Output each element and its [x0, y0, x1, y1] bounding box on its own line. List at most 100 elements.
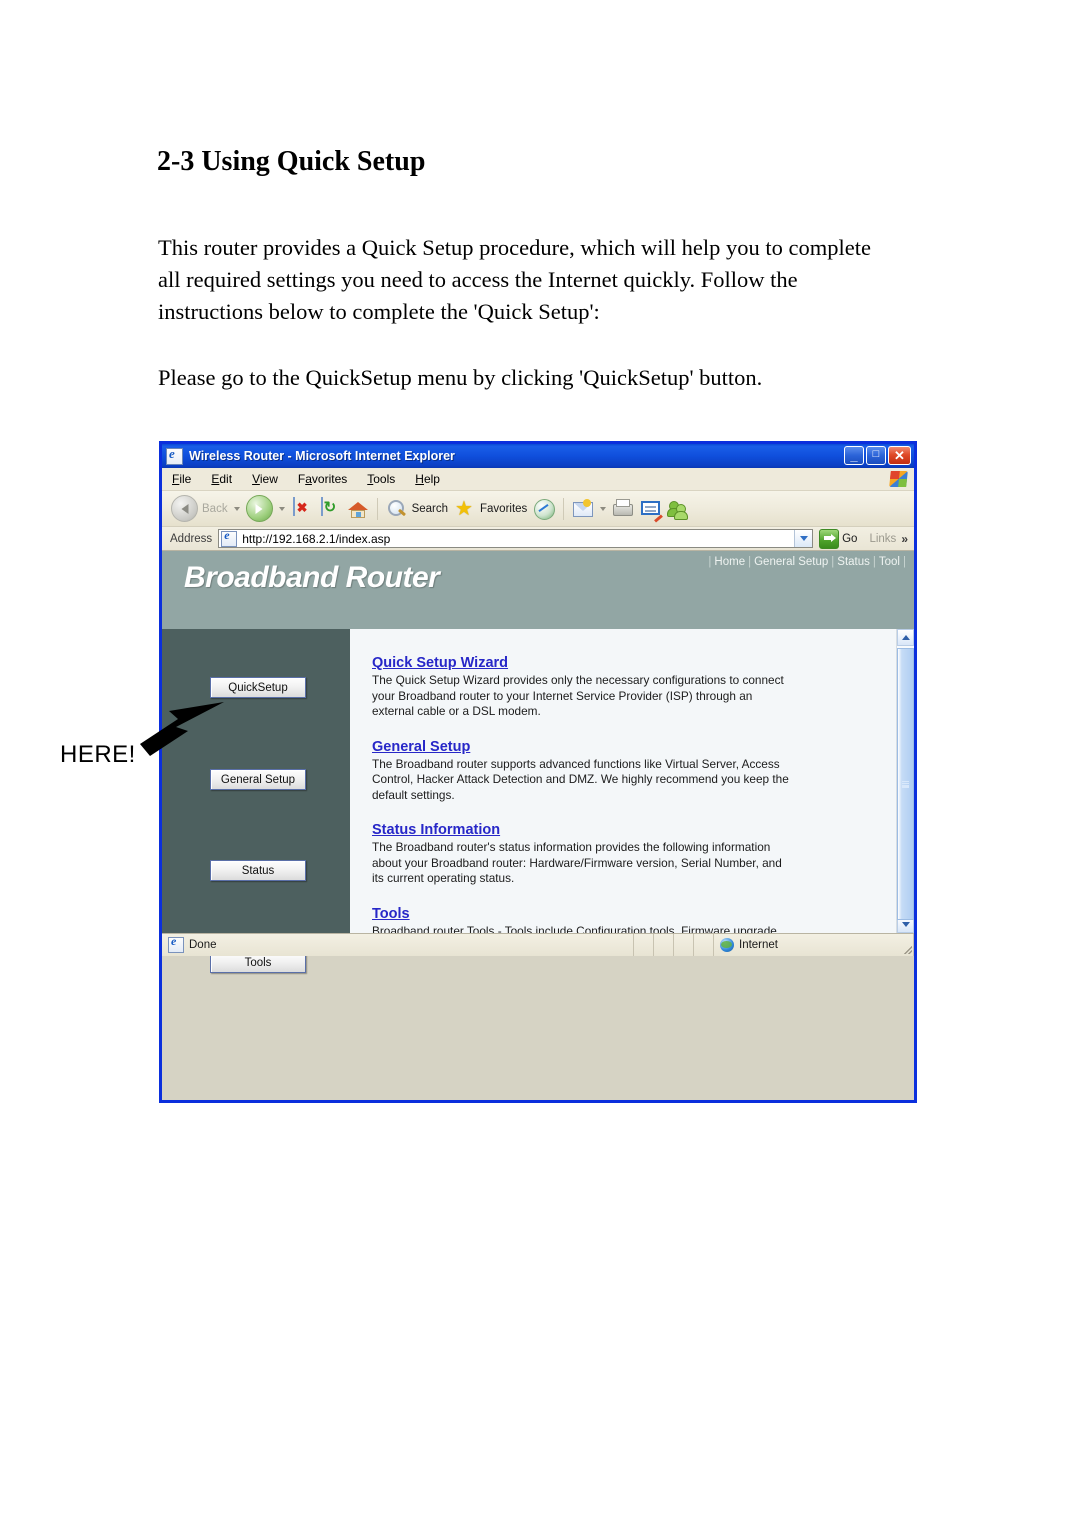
menu-favorites[interactable]: Favorites — [298, 472, 347, 486]
mail-icon — [572, 498, 594, 520]
page-status-icon — [168, 934, 184, 953]
section-heading-link[interactable]: Quick Setup Wizard — [372, 655, 896, 671]
section-status-information: Status Information The Broadband router'… — [372, 822, 896, 887]
here-annotation-label: HERE! — [60, 741, 136, 768]
go-label: Go — [842, 532, 858, 545]
media-icon — [533, 498, 556, 520]
scroll-up-button[interactable] — [897, 629, 914, 646]
nav-link-home[interactable]: Home — [714, 556, 745, 568]
chevron-up-icon — [901, 635, 910, 640]
router-brand-title: Broadband Router — [184, 561, 440, 594]
section-body-text: The Broadband router supports advanced f… — [372, 756, 789, 802]
messenger-button[interactable] — [665, 494, 693, 524]
menu-bar: File Edit View Favorites Tools Help — [162, 468, 914, 491]
back-button[interactable]: Back — [168, 494, 243, 524]
refresh-icon: ↻ — [319, 496, 341, 520]
toolbar-separator — [563, 497, 565, 520]
search-button[interactable]: Search — [383, 494, 451, 524]
toolbar-overflow-chevron-icon[interactable]: » — [901, 532, 908, 546]
menu-tools[interactable]: Tools — [367, 472, 395, 486]
home-button[interactable] — [344, 494, 372, 524]
address-dropdown-button[interactable] — [794, 530, 813, 547]
section-quick-setup-wizard: Quick Setup Wizard The Quick Setup Wizar… — [372, 655, 896, 720]
minimize-icon: _ — [850, 448, 858, 463]
stop-button[interactable]: ✖ — [288, 494, 316, 524]
router-sidebar: QuickSetup General Setup Status Tools — [162, 629, 350, 973]
menu-file[interactable]: File — [172, 472, 191, 486]
minimize-button[interactable]: _ — [844, 446, 864, 465]
section-general-setup: General Setup The Broadband router suppo… — [372, 739, 896, 804]
home-icon — [347, 498, 369, 520]
instruction-paragraph: Please go to the QuickSetup menu by clic… — [158, 365, 763, 390]
chevron-down-icon — [799, 536, 808, 541]
scrollbar-track[interactable] — [897, 646, 914, 920]
section-heading-link[interactable]: General Setup — [372, 739, 896, 755]
status-pane-4 — [694, 934, 714, 956]
menu-edit[interactable]: Edit — [211, 472, 232, 486]
globe-icon — [720, 938, 734, 952]
forward-arrow-icon — [245, 495, 273, 522]
security-zone-pane: Internet — [714, 934, 914, 956]
status-message-pane: Done — [162, 934, 634, 956]
toolbar-separator — [376, 497, 378, 520]
browser-status-bar: Done Internet — [162, 933, 914, 956]
nav-link-tool[interactable]: Tool — [879, 556, 900, 568]
section-body-text: Broadband router Tools - Tools include C… — [372, 923, 777, 934]
section-heading-link[interactable]: Status Information — [372, 822, 896, 838]
mail-chevron-down-icon[interactable] — [600, 506, 607, 511]
nav-link-general-setup[interactable]: General Setup — [754, 556, 828, 568]
forward-history-chevron-down-icon[interactable] — [278, 506, 285, 511]
printer-icon — [612, 498, 634, 520]
close-icon: ✕ — [894, 448, 905, 463]
print-button[interactable] — [609, 494, 637, 524]
links-button[interactable]: Links — [869, 533, 896, 545]
address-url-text: http://192.168.2.1/index.asp — [242, 531, 391, 546]
section-heading-link[interactable]: Tools — [372, 906, 896, 922]
sidebar-button-quicksetup[interactable]: QuickSetup — [210, 677, 306, 698]
nav-link-status[interactable]: Status — [837, 556, 870, 568]
favorites-label: Favorites — [480, 502, 528, 515]
window-title: Wireless Router - Microsoft Internet Exp… — [189, 449, 455, 463]
back-arrow-icon — [171, 495, 198, 522]
chevron-down-icon — [901, 922, 910, 927]
address-input[interactable]: http://192.168.2.1/index.asp — [218, 528, 814, 548]
router-page-header: Broadband Router | Home | General Setup | Sta… — [162, 551, 914, 629]
favorites-button[interactable]: ★ Favorites — [451, 494, 530, 524]
close-button[interactable]: ✕ — [888, 446, 911, 465]
router-top-nav: | Home | General Setup | Status | Tool | — [708, 556, 906, 568]
page-favicon-icon — [221, 528, 238, 547]
edit-button[interactable] — [637, 494, 665, 524]
search-label: Search — [411, 502, 449, 515]
internet-explorer-icon — [166, 446, 183, 465]
go-button[interactable]: Go — [819, 528, 858, 549]
window-controls: _ □ ✕ — [844, 446, 911, 465]
status-pane-3 — [674, 934, 694, 956]
browser-window: Wireless Router - Microsoft Internet Exp… — [159, 441, 917, 1103]
security-zone-text: Internet — [739, 939, 778, 951]
scrollbar-thumb[interactable] — [897, 648, 914, 920]
media-button[interactable] — [530, 494, 558, 524]
page-vertical-scrollbar[interactable] — [896, 629, 914, 933]
back-label: Back — [202, 502, 228, 515]
resize-grip-icon[interactable] — [902, 944, 912, 954]
back-history-chevron-down-icon[interactable] — [233, 506, 240, 511]
address-bar: Address http://192.168.2.1/index.asp Go … — [162, 527, 914, 551]
sidebar-button-general-setup[interactable]: General Setup — [210, 769, 306, 790]
section-body-text: The Quick Setup Wizard provides only the… — [372, 673, 784, 718]
edit-page-icon — [640, 498, 664, 523]
sidebar-button-status[interactable]: Status — [210, 860, 306, 881]
router-web-page: Broadband Router | Home | General Setup | Sta… — [162, 551, 914, 973]
forward-button[interactable] — [243, 494, 288, 524]
messenger-people-icon — [667, 498, 690, 520]
go-arrow-icon — [819, 528, 840, 549]
menu-view[interactable]: View — [252, 472, 278, 486]
menu-help[interactable]: Help — [415, 472, 440, 486]
maximize-button[interactable]: □ — [866, 446, 886, 465]
mail-button[interactable] — [569, 494, 609, 524]
status-text: Done — [189, 939, 217, 951]
status-pane-2 — [654, 934, 674, 956]
here-annotation-arrow-icon — [140, 702, 224, 756]
window-titlebar: Wireless Router - Microsoft Internet Exp… — [162, 444, 914, 468]
section-tools: Tools Broadband router Tools - Tools inc… — [372, 906, 896, 934]
refresh-button[interactable]: ↻ — [316, 494, 344, 524]
